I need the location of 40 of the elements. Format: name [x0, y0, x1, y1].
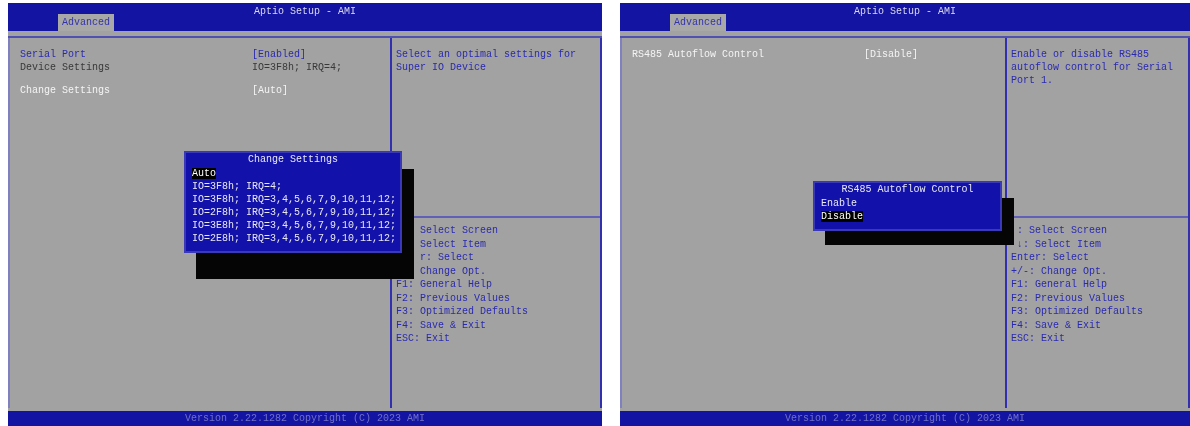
key-help-text: ↓: Select Item: [1016, 237, 1102, 251]
version-footer: Version 2.22.1282 Copyright (C) 2023 AMI: [8, 411, 602, 426]
key-help-text: F3: Optimized Defaults: [1011, 305, 1145, 319]
key-help-text: F4: Save & Exit: [396, 318, 487, 332]
key-help-text: F1: General Help: [396, 278, 493, 292]
key-help-text: F3: Optimized Defaults: [396, 305, 530, 319]
setting-label[interactable]: Serial Port: [20, 48, 252, 61]
setting-value: [Disable]: [864, 48, 918, 61]
key-help-text: F2: Previous Values: [1011, 291, 1127, 305]
popup-option[interactable]: Auto: [192, 168, 216, 179]
key-help-text: : Select Screen: [1016, 224, 1108, 238]
popup-option[interactable]: Disable: [821, 211, 863, 222]
key-help-text: ESC: Exit: [1011, 332, 1066, 346]
popup-option[interactable]: IO=2E8h; IRQ=3,4,5,6,7,9,10,11,12;: [192, 233, 397, 244]
key-help-text: +/-: Change Opt.: [1011, 264, 1108, 278]
popup-option[interactable]: IO=3F8h; IRQ=3,4,5,6,7,9,10,11,12;: [192, 194, 397, 205]
popup-option[interactable]: IO=3E8h; IRQ=3,4,5,6,7,9,10,11,12;: [192, 220, 397, 231]
popup-option[interactable]: Enable: [821, 198, 857, 209]
setting-label: Device Settings: [20, 61, 111, 74]
key-help-text: Enter: Select: [1011, 251, 1090, 265]
key-help-text: ESC: Exit: [396, 332, 451, 346]
key-help-text: F1: General Help: [1011, 278, 1108, 292]
key-help-text: Select Screen: [419, 224, 499, 238]
setting-value: IO=3F8h; IRQ=4;: [252, 61, 342, 74]
menu-tab[interactable]: Advanced: [58, 14, 114, 31]
popup-option[interactable]: IO=2F8h; IRQ=3,4,5,6,7,9,10,11,12;: [192, 207, 397, 218]
setting-value: [Enabled]: [252, 48, 306, 61]
popup-option[interactable]: IO=3F8h; IRQ=4;: [192, 181, 282, 192]
window-title: Aptio Setup - AMI: [853, 6, 957, 17]
key-help-text: Select Item: [419, 237, 487, 251]
window-title: Aptio Setup - AMI: [253, 6, 357, 17]
key-help-text: Change Opt.: [419, 264, 487, 278]
key-help-text: F4: Save & Exit: [1011, 318, 1102, 332]
version-footer: Version 2.22.1282 Copyright (C) 2023 AMI: [620, 411, 1190, 426]
help-text: Select an optimal settings for Super IO Device: [396, 48, 578, 74]
key-help-text: F2: Previous Values: [396, 291, 512, 305]
setting-value: [Auto]: [252, 84, 288, 97]
key-help-text: r: Select: [419, 251, 475, 265]
help-text: Enable or disable RS485 autoflow control for Serial Port 1.: [1011, 48, 1175, 87]
menu-tab[interactable]: Advanced: [670, 14, 726, 31]
